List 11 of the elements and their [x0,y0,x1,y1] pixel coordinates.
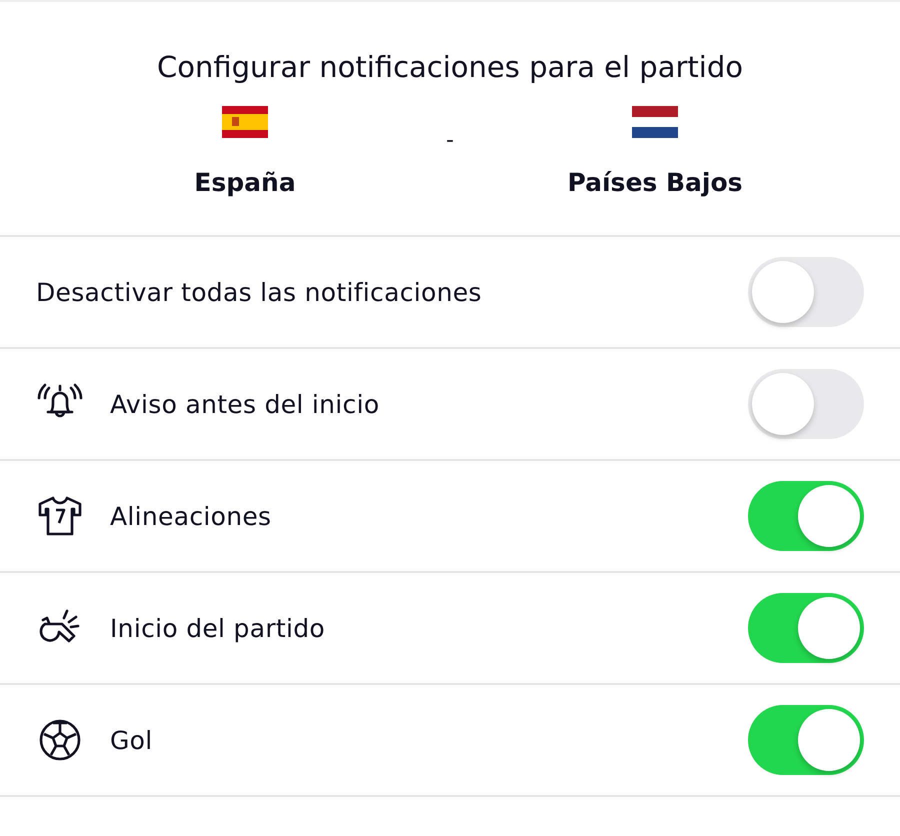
team-name: España [194,168,296,197]
score-separator: - [445,127,455,153]
setting-label: Desactivar todas las notificaciones [36,278,483,306]
setting-label: Alineaciones [110,502,272,530]
setting-label: Gol [110,726,154,754]
setting-label: Inicio del partido [110,614,326,642]
page-title: Configurar notificaciones para el partido [156,50,744,84]
netherlands-flag-icon [632,106,678,138]
spain-flag-icon [222,106,268,138]
team-name: Países Bajos [567,168,743,197]
setting-label: Aviso antes del inicio [110,390,380,418]
